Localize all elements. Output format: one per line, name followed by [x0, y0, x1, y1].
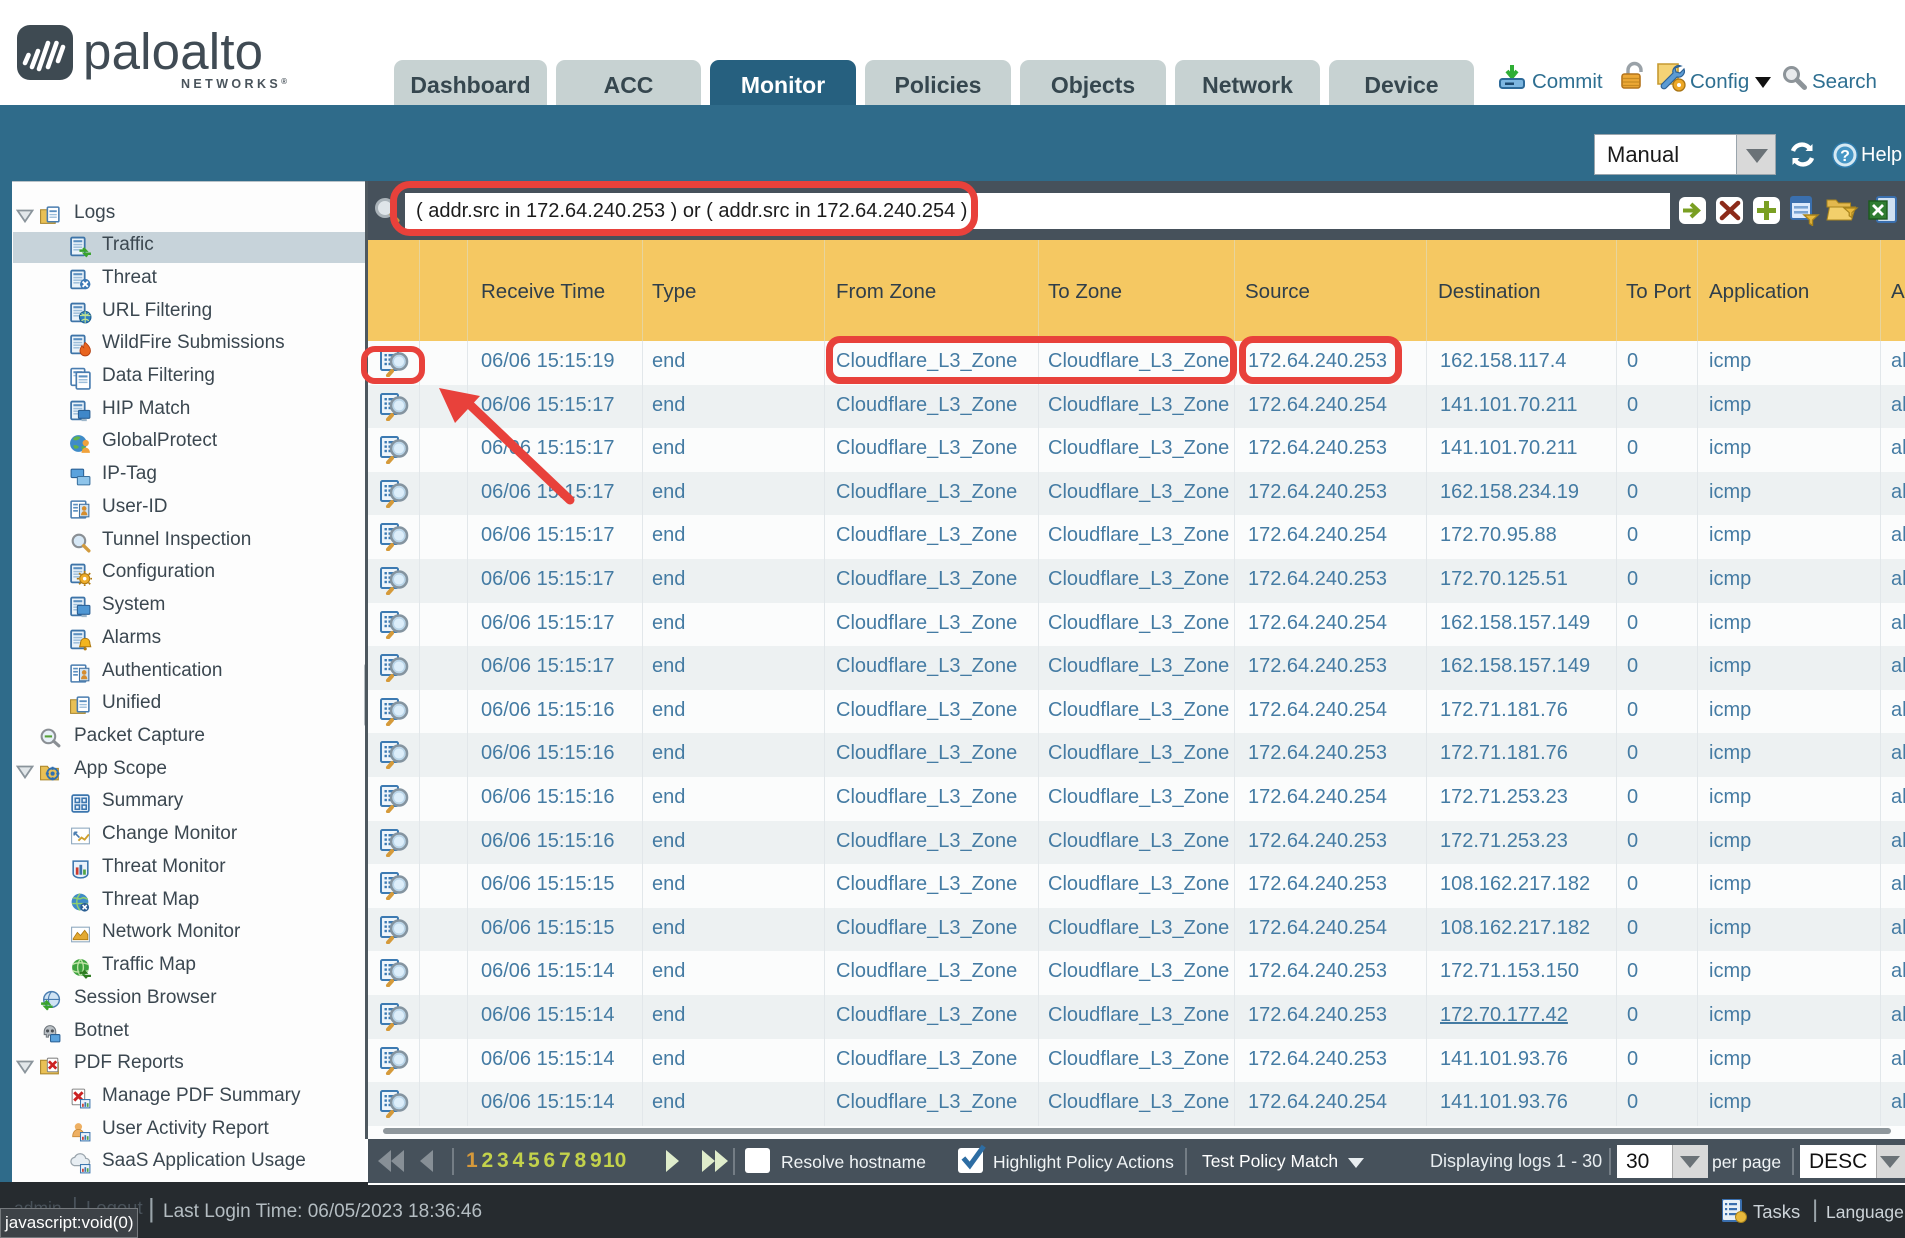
svg-text:?: ? — [1840, 148, 1850, 165]
